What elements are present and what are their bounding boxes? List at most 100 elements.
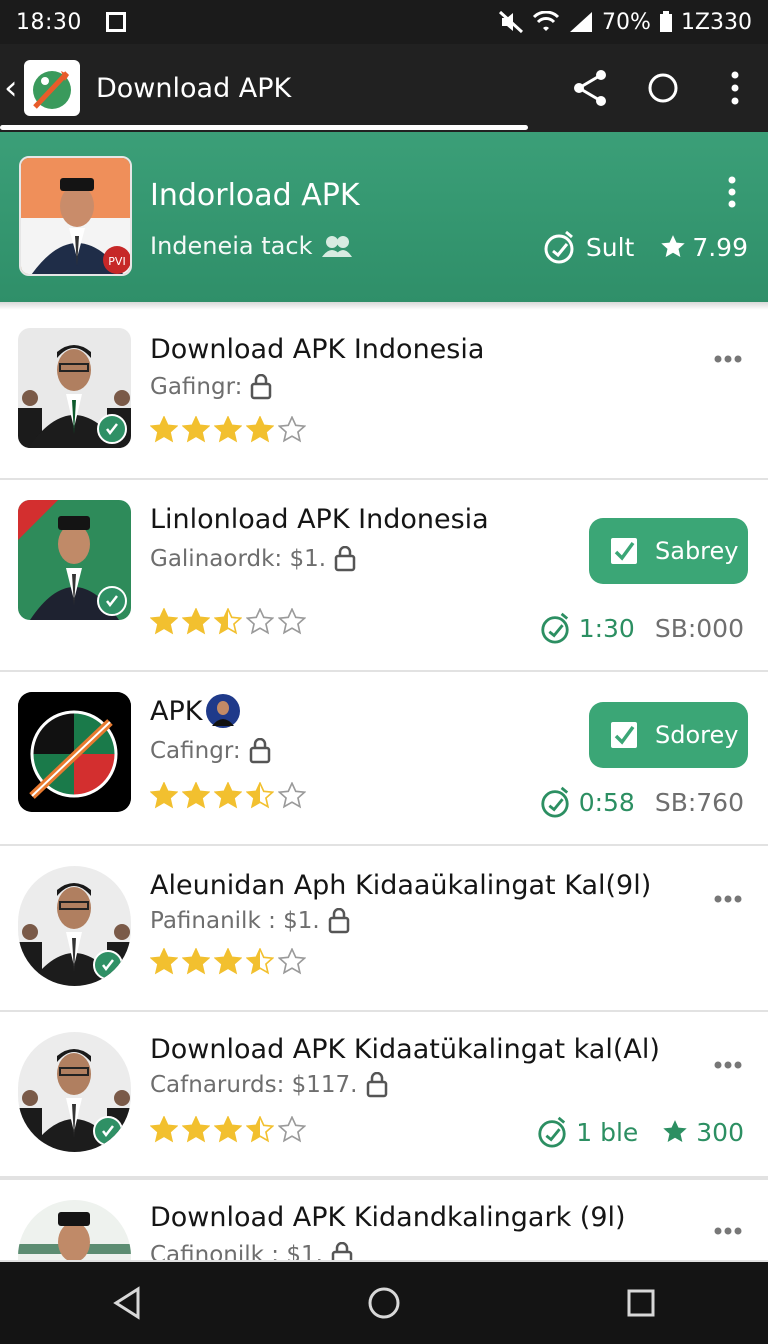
circle-icon	[648, 73, 678, 103]
featured-rating: 7.99	[692, 232, 748, 262]
item-more-button[interactable]	[714, 348, 742, 367]
verified-badge	[93, 950, 123, 980]
item-subtitle: Cafingr:	[150, 738, 241, 764]
rating-star-icon	[150, 608, 178, 635]
rating-star-icon	[278, 782, 306, 809]
mute-icon	[499, 10, 524, 34]
item-name-row: APK	[150, 694, 241, 728]
item-more-button[interactable]	[714, 1054, 742, 1073]
more-horiz-icon	[714, 1227, 742, 1235]
back-icon[interactable]: ‹	[4, 71, 24, 105]
star-icon	[661, 235, 686, 257]
more-vert-icon	[728, 176, 736, 208]
rating-star-icon	[246, 608, 274, 635]
item-subtitle-row: Cafnarurds: $117.	[150, 1072, 388, 1098]
item-name: Linlonload APK Indonesia	[150, 504, 489, 535]
status-bar: 18:30 70% 1Z330	[0, 0, 768, 44]
featured-subtitle: Indeneia tack	[150, 232, 313, 260]
app-logo	[24, 60, 80, 116]
item-subtitle-row: Cafingr:	[150, 738, 271, 764]
lock-icon	[249, 738, 270, 764]
more-horiz-icon	[714, 1061, 742, 1069]
item-name: Download APK Indonesia	[150, 334, 485, 365]
item-rating-count: 300	[696, 1117, 744, 1147]
verified-badge	[97, 586, 127, 616]
item-thumbnail	[18, 1032, 131, 1152]
item-thumbnail	[18, 328, 131, 448]
item-name: APK	[150, 695, 203, 727]
verified-badge	[93, 1116, 123, 1146]
lock-icon	[328, 908, 349, 934]
rating-star-icon	[214, 416, 242, 443]
item-time: 1:30	[578, 613, 635, 643]
home-button[interactable]	[640, 65, 686, 111]
nav-recents-icon[interactable]	[626, 1288, 656, 1318]
list-item[interactable]: Download APK Kidaatükalingat kal(Al) Caf…	[0, 1012, 768, 1178]
item-thumbnail	[18, 866, 131, 986]
load-progress-bar	[0, 125, 528, 130]
item-time: 1 ble	[576, 1117, 639, 1147]
list-item[interactable]: Download APK Kidandkalingark (9l) Cafino…	[0, 1178, 768, 1262]
item-subtitle-row: Pafinanilk : $1.	[150, 908, 350, 934]
item-subtitle-row: Gafingr:	[150, 374, 272, 400]
lock-icon	[331, 1242, 353, 1260]
list-item[interactable]: Download APK Indonesia Gafingr:	[0, 310, 768, 480]
item-action-button[interactable]: Sabrey	[589, 518, 748, 584]
more-horiz-icon	[714, 355, 742, 363]
list-item[interactable]: Aleunidan Aph Kidaaükalingat Kal(9l) Paf…	[0, 846, 768, 1012]
check-icon	[102, 1125, 114, 1138]
more-vert-icon	[731, 71, 739, 105]
battery-percent: 70%	[602, 9, 651, 35]
featured-more-button[interactable]	[728, 176, 736, 212]
check-box-icon	[611, 722, 637, 748]
nav-home-icon[interactable]	[367, 1286, 401, 1320]
rating-star-icon	[150, 782, 178, 809]
list-item[interactable]: Linlonload APK Indonesia Galinaordk: $1.…	[0, 480, 768, 672]
timer-icon	[544, 230, 574, 264]
item-action-label: Sdorey	[655, 721, 739, 749]
item-rating-stars	[150, 416, 306, 444]
share-icon	[574, 70, 606, 106]
check-icon	[102, 959, 114, 972]
item-action-button[interactable]: Sdorey	[589, 702, 748, 768]
rating-star-icon	[150, 948, 178, 975]
featured-banner[interactable]: PVI Indorload APK Indeneia tack Sult 7.9…	[0, 132, 768, 302]
item-thumbnail	[18, 1200, 131, 1260]
nav-back-icon[interactable]	[112, 1286, 142, 1320]
rating-star-icon	[278, 608, 306, 635]
check-icon	[106, 595, 118, 608]
rating-star-icon	[182, 782, 210, 809]
item-rating-stars	[150, 782, 306, 810]
item-stats: 0:58 SB:760	[539, 786, 744, 818]
rating-star-icon	[246, 416, 274, 443]
check-icon	[106, 423, 118, 436]
rating-star-icon	[278, 948, 306, 975]
rating-star-icon	[182, 416, 210, 443]
timer-icon	[538, 1116, 566, 1148]
rating-star-icon	[246, 782, 274, 809]
item-name: Aleunidan Aph Kidaaükalingat Kal(9l)	[150, 870, 652, 901]
rating-star-icon	[246, 948, 274, 975]
item-thumbnail	[18, 500, 131, 620]
item-subtitle: Galinaordk: $1.	[150, 546, 327, 572]
item-time: 0:58	[578, 787, 635, 817]
user-avatar-icon	[206, 694, 241, 728]
rating-star-icon	[150, 416, 178, 443]
banner-shadow	[0, 302, 768, 310]
rating-star-icon	[214, 948, 242, 975]
share-button[interactable]	[568, 65, 614, 111]
star-icon	[663, 1120, 687, 1142]
rating-star-icon	[278, 1116, 306, 1143]
featured-thumbnail: PVI	[19, 156, 132, 276]
item-more-button[interactable]	[714, 888, 742, 907]
battery-icon	[659, 11, 672, 32]
item-subtitle: Cafnarurds: $117.	[150, 1072, 358, 1098]
overflow-menu-button[interactable]	[712, 65, 758, 111]
list-item[interactable]: APK Cafingr: Sdorey 0:58 SB:760	[0, 672, 768, 846]
rating-star-icon	[214, 782, 242, 809]
status-extra: 1Z330	[680, 9, 752, 35]
item-thumbnail	[18, 692, 131, 812]
status-time: 18:30	[16, 9, 82, 35]
people-icon	[322, 236, 353, 257]
item-more-button[interactable]	[714, 1220, 742, 1239]
